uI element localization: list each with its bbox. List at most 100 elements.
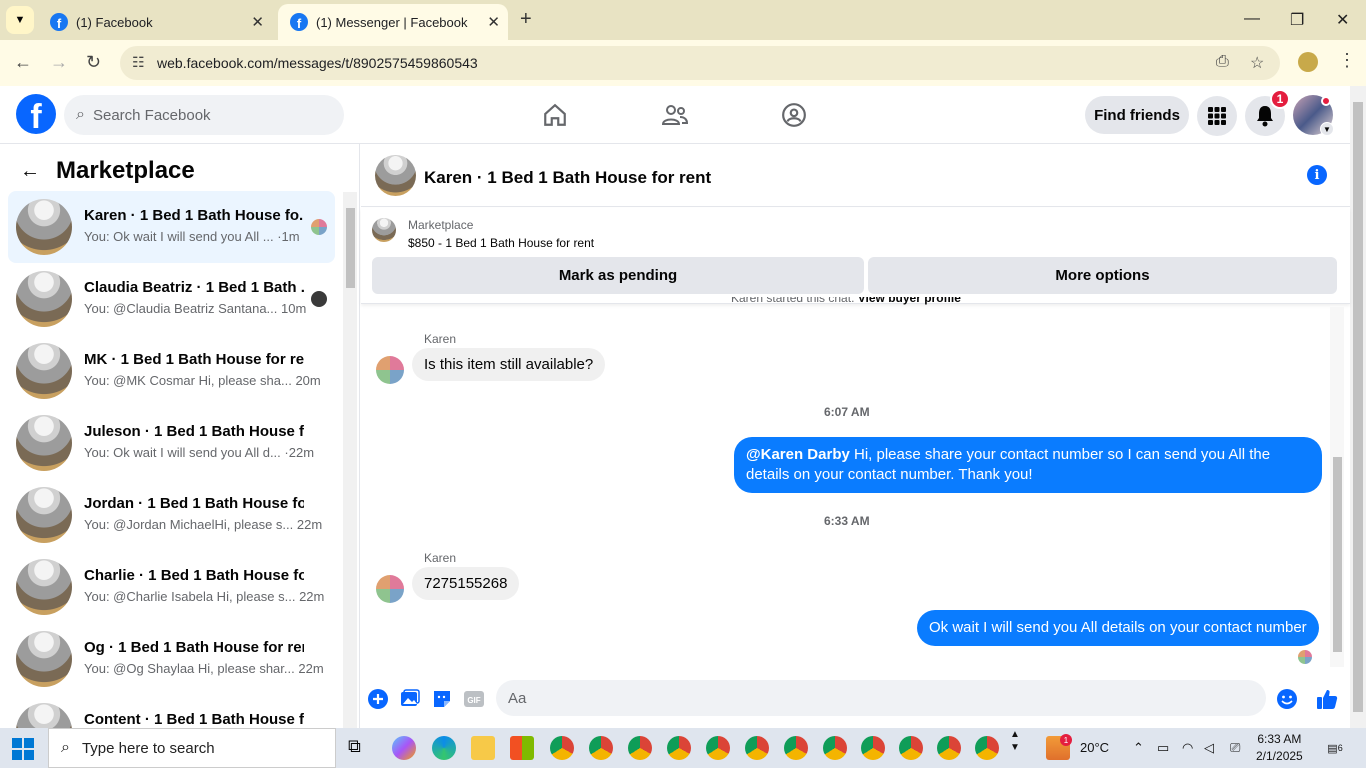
weather-temperature[interactable]: 20°C — [1080, 740, 1109, 755]
outgoing-message[interactable]: Ok wait I will send you All details on y… — [917, 610, 1319, 646]
view-buyer-profile-link[interactable]: View buyer profile — [858, 297, 961, 305]
friends-icon[interactable] — [660, 100, 690, 130]
message-timestamp: 6:33 AM — [824, 514, 870, 528]
browser-tab-facebook[interactable]: f (1) Facebook ✕ — [38, 4, 272, 40]
chevron-down-icon[interactable]: ▼ — [1320, 122, 1334, 136]
chrome-icon[interactable] — [550, 736, 574, 760]
close-tab-icon[interactable]: ✕ — [487, 13, 500, 31]
browser-tab-messenger[interactable]: f (1) Messenger | Facebook ✕ — [278, 4, 508, 40]
volume-icon[interactable]: ◁ — [1204, 740, 1214, 756]
taskbar-search-box[interactable]: ⌕ Type here to search — [48, 728, 336, 768]
info-icon[interactable]: i — [1307, 165, 1327, 185]
close-tab-icon[interactable]: ✕ — [251, 13, 264, 31]
page-scrollbar-thumb[interactable] — [1353, 102, 1363, 712]
conversation-item-claudia[interactable]: Claudia Beatriz · 1 Bed 1 Bath ... You: … — [8, 263, 335, 335]
emoji-icon[interactable] — [1276, 688, 1298, 710]
gif-icon[interactable]: GIF — [463, 688, 485, 710]
notification-center-icon[interactable]: ▤ 6 — [1325, 738, 1345, 758]
back-icon[interactable]: ← — [14, 52, 32, 73]
edge-icon[interactable] — [432, 736, 456, 760]
message-input[interactable] — [496, 680, 1266, 716]
conversation-item-karen[interactable]: Karen · 1 Bed 1 Bath House fo... You: Ok… — [8, 191, 335, 263]
close-window-icon[interactable]: ✕ — [1336, 10, 1349, 30]
file-explorer-icon[interactable] — [471, 736, 495, 760]
outgoing-message[interactable]: @Karen Darby Hi, please share your conta… — [734, 437, 1322, 493]
chrome-icon[interactable] — [706, 736, 730, 760]
conversation-item-mk[interactable]: MK · 1 Bed 1 Bath House for rent You: @M… — [8, 335, 335, 407]
taskbar-scroll-arrows[interactable]: ▲ ▼ — [1010, 728, 1020, 754]
tab-search-menu-button[interactable]: ▼ — [6, 6, 34, 34]
chrome-icon[interactable] — [745, 736, 769, 760]
chat-scrollbar-thumb[interactable] — [1333, 457, 1342, 652]
site-info-icon[interactable]: ☷ — [132, 54, 145, 71]
bookmark-star-icon[interactable]: ☆ — [1250, 53, 1264, 73]
sidebar-scrollbar[interactable] — [343, 192, 357, 728]
page-scrollbar[interactable] — [1350, 86, 1366, 728]
minimize-icon[interactable]: — — [1244, 10, 1260, 28]
chrome-icon[interactable] — [784, 736, 808, 760]
conversation-item-charlie[interactable]: Charlie · 1 Bed 1 Bath House for ... You… — [8, 551, 335, 623]
chrome-icon[interactable] — [975, 736, 999, 760]
photo-icon[interactable] — [399, 688, 421, 710]
reload-icon[interactable]: ↻ — [86, 52, 101, 73]
sticker-icon[interactable] — [431, 688, 453, 710]
store-icon[interactable] — [510, 736, 534, 760]
home-icon[interactable] — [540, 100, 570, 130]
browser-menu-icon[interactable]: ⋮ — [1338, 50, 1356, 71]
incoming-message[interactable]: 7275155268 — [412, 567, 520, 600]
more-options-button[interactable]: More options — [868, 257, 1337, 294]
thumbs-up-icon[interactable] — [1316, 688, 1338, 710]
groups-icon[interactable] — [779, 100, 809, 130]
sender-avatar[interactable] — [376, 356, 404, 384]
back-arrow-icon[interactable]: ← — [20, 160, 40, 183]
conversation-item-jordan[interactable]: Jordan · 1 Bed 1 Bath House for ... You:… — [8, 479, 335, 551]
chrome-icon[interactable] — [861, 736, 885, 760]
marketplace-sidebar: ← Marketplace Karen · 1 Bed 1 Bath House… — [0, 144, 360, 728]
windows-start-icon[interactable] — [12, 738, 34, 765]
clock-date: 2/1/2025 — [1256, 749, 1303, 763]
chrome-icon[interactable] — [899, 736, 923, 760]
plus-circle-icon[interactable] — [367, 688, 389, 710]
wifi-icon[interactable]: ◠ — [1182, 740, 1193, 756]
weather-badge: 1 — [1060, 734, 1072, 746]
menu-grid-icon[interactable] — [1197, 96, 1237, 136]
find-friends-button[interactable]: Find friends — [1085, 96, 1189, 134]
language-icon[interactable]: ⎚ — [1230, 740, 1240, 756]
chat-scrollbar[interactable] — [1330, 307, 1344, 667]
show-hidden-icons-icon[interactable]: ⌃ — [1133, 740, 1144, 756]
conversation-item-juleson[interactable]: Juleson · 1 Bed 1 Bath House for... You:… — [8, 407, 335, 479]
search-input[interactable] — [92, 106, 313, 124]
restore-icon[interactable]: ❐ — [1290, 10, 1304, 30]
mark-as-pending-button[interactable]: Mark as pending — [372, 257, 864, 294]
conversation-item-content[interactable]: Content · 1 Bed 1 Bath House fo... — [8, 695, 335, 728]
chrome-icon[interactable] — [937, 736, 961, 760]
conversation-snippet: You: Ok wait I will send you All ... ·1m — [84, 229, 300, 244]
listing-thumbnail[interactable] — [372, 218, 396, 242]
chat-title[interactable]: Karen · 1 Bed 1 Bath House for rent — [424, 168, 711, 188]
chrome-icon[interactable] — [628, 736, 652, 760]
facebook-logo-icon[interactable]: f — [16, 94, 56, 134]
conversation-name: Juleson · 1 Bed 1 Bath House for... — [84, 423, 304, 440]
chrome-icon[interactable] — [667, 736, 691, 760]
copilot-icon[interactable] — [392, 736, 416, 760]
taskbar-clock[interactable]: 6:33 AM 2/1/2025 — [1256, 731, 1303, 765]
sidebar-scrollbar-thumb[interactable] — [346, 208, 355, 288]
chrome-icon[interactable] — [823, 736, 847, 760]
task-view-icon[interactable]: ⧉ — [348, 736, 372, 760]
chat-listing-thumbnail[interactable] — [375, 155, 416, 196]
conversation-snippet: You: Ok wait I will send you All d... ·2… — [84, 445, 315, 460]
listing-price[interactable]: $850 - 1 Bed 1 Bath House for rent — [408, 236, 594, 250]
battery-icon[interactable]: ▭ — [1157, 740, 1169, 756]
mention[interactable]: @Karen Darby — [746, 446, 850, 463]
incoming-message[interactable]: Is this item still available? — [412, 348, 606, 381]
search-box[interactable]: ⌕ — [64, 95, 344, 135]
conversation-snippet: You: @MK Cosmar Hi, please sha... 20m — [84, 373, 321, 388]
forward-icon[interactable]: → — [50, 52, 68, 73]
address-bar[interactable]: ☷ web.facebook.com/messages/t/8902575459… — [120, 46, 1280, 80]
browser-profile-icon[interactable] — [1298, 52, 1318, 72]
conversation-item-og[interactable]: Og · 1 Bed 1 Bath House for rent You: @O… — [8, 623, 335, 695]
chrome-icon[interactable] — [589, 736, 613, 760]
new-tab-icon[interactable]: + — [520, 8, 532, 31]
sender-avatar[interactable] — [376, 575, 404, 603]
install-app-icon[interactable]: ⎙ — [1216, 53, 1229, 71]
